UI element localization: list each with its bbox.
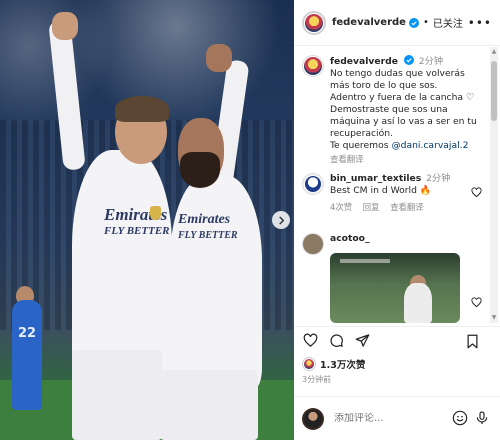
caption-line-3: Demostraste que sos una máquina y así lo… [330, 104, 477, 139]
next-image-button[interactable] [272, 211, 290, 229]
send-icon [355, 334, 369, 347]
scroll-up-arrow-icon[interactable]: ▲ [491, 49, 497, 55]
bookmark-icon [467, 334, 477, 348]
club-crest [150, 206, 161, 220]
player2-tagline: FLY BETTER [178, 230, 238, 241]
mention-link[interactable]: @dani.carvajal.2 [391, 140, 468, 151]
comment-translate-link[interactable]: 查看翻译 [390, 202, 424, 212]
caption-time: 2分钟 [418, 56, 444, 67]
comment-item: bin_umar_textiles 2分钟 Best CM in d World… [302, 173, 484, 213]
background-player-number: 22 [18, 326, 37, 341]
comment-heart-icon[interactable] [471, 187, 482, 198]
heart-icon [303, 333, 317, 347]
caption-line-4: Te queremos @dani.carvajal.2 [330, 140, 484, 152]
commenter-username[interactable]: acotoo_ [330, 233, 370, 244]
post-header: fedevalverde • 已关注 ••• [294, 0, 500, 46]
comment-bubble-icon [329, 334, 343, 347]
comment-input[interactable] [334, 413, 444, 424]
side-panel: fedevalverde • 已关注 ••• fedevalverde 2分钟 … [294, 0, 500, 440]
player2-fist [206, 44, 232, 72]
player2-shorts [160, 370, 258, 440]
player2-sponsor: Emirates [178, 212, 231, 227]
player1-fist [52, 12, 78, 40]
commenter-avatar[interactable] [302, 233, 324, 255]
microphone-icon[interactable] [474, 410, 490, 426]
caption-line-4-text: Te queremos [330, 140, 392, 151]
commenter-avatar[interactable] [302, 173, 324, 195]
comment-meta: 4次赞 回复 查看翻译 [330, 201, 484, 213]
commenter-username[interactable]: bin_umar_textiles [330, 173, 421, 184]
comment-button[interactable] [328, 333, 344, 349]
verified-badge-icon [408, 17, 419, 28]
comment-item: acotoo_ [302, 233, 484, 308]
likes-count[interactable]: 1.3万次赞 [320, 357, 365, 371]
like-button[interactable] [302, 333, 318, 349]
posted-time: 3分钟前 [302, 375, 332, 384]
caption-line-2: Adentro y fuera de la cancha ♡ [330, 92, 475, 103]
comment-text: Best CM in d World [330, 185, 420, 196]
player2-beard [180, 152, 220, 188]
chevron-right-icon [278, 215, 284, 225]
caption-username[interactable]: fedevalverde [330, 56, 398, 67]
action-bar [294, 326, 500, 354]
caption-avatar[interactable] [302, 55, 324, 77]
comment-heart-icon[interactable] [471, 297, 482, 308]
scroll-down-arrow-icon[interactable]: ▼ [491, 315, 497, 321]
scrollbar-thumb[interactable] [491, 61, 497, 121]
caption: fedevalverde 2分钟 No tengo dudas que volv… [302, 55, 484, 165]
current-user-avatar [302, 407, 324, 430]
comments-list[interactable]: fedevalverde 2分钟 No tengo dudas que volv… [294, 47, 488, 323]
player1-hair [115, 96, 169, 122]
post-modal: 22 Emirates FLY BETTER Emirates FLY BETT… [0, 0, 500, 440]
player2-jersey [170, 175, 262, 390]
liker-avatar [302, 357, 316, 371]
comment-reply-button[interactable]: 回复 [363, 202, 380, 212]
comment-time: 2分钟 [426, 173, 451, 184]
save-button[interactable] [464, 333, 480, 349]
comment-composer [294, 396, 500, 440]
player1-tagline: FLY BETTER [104, 225, 170, 237]
follow-status-button[interactable]: 已关注 [433, 15, 463, 30]
video-figure [404, 283, 432, 323]
caption-line-1: No tengo dudas que volverás más toro de … [330, 68, 465, 91]
comments-scrollbar[interactable]: ▲ ▼ [490, 47, 498, 323]
emoji-icon[interactable] [452, 410, 468, 426]
more-options-icon[interactable]: ••• [468, 16, 492, 30]
background-player [12, 300, 42, 410]
caption-meta: 查看翻译 [330, 153, 484, 165]
fire-emoji-icon: 🔥 [419, 185, 432, 196]
video-caption-bar [340, 259, 390, 263]
post-photo[interactable]: 22 Emirates FLY BETTER Emirates FLY BETT… [0, 0, 294, 440]
author-avatar[interactable] [302, 10, 326, 35]
verified-badge-icon [403, 55, 414, 65]
comment-video-thumbnail[interactable] [330, 253, 460, 323]
comment-likes[interactable]: 4次赞 [330, 202, 352, 212]
caption-translate-link[interactable]: 查看翻译 [330, 154, 364, 164]
share-button[interactable] [354, 333, 370, 349]
player1-shorts [72, 350, 162, 440]
header-separator: • [422, 17, 429, 28]
author-username[interactable]: fedevalverde [332, 17, 406, 28]
likes-summary[interactable]: 1.3万次赞 [302, 357, 365, 371]
